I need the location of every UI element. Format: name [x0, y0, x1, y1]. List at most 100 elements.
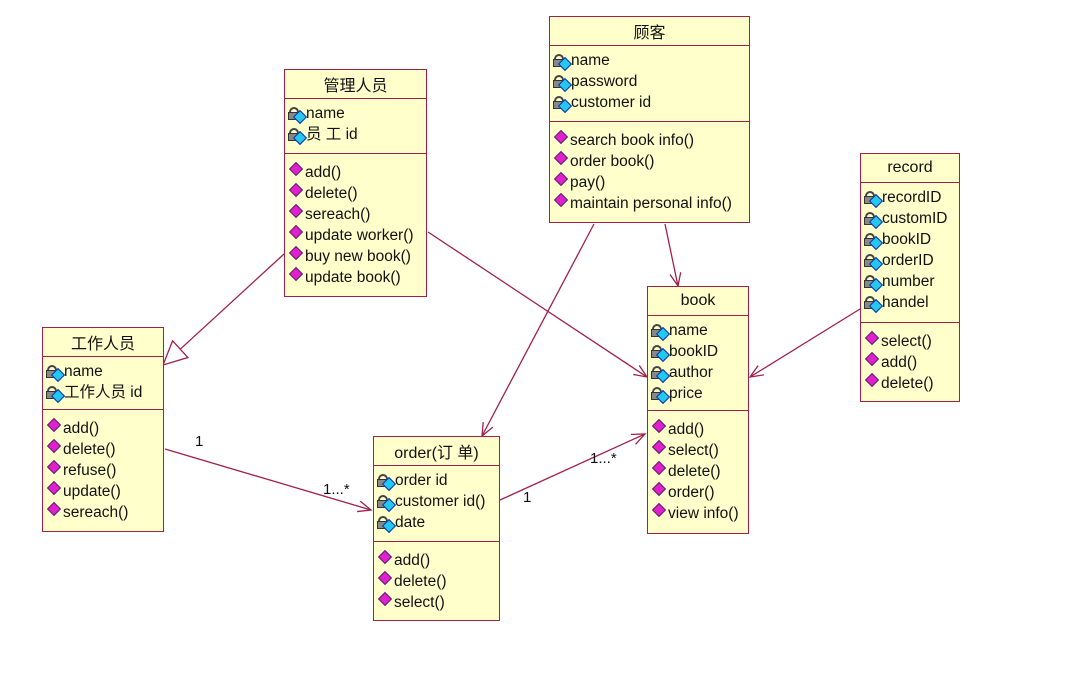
class-book[interactable]: book name bookID author price add() select() de… — [647, 286, 749, 534]
class-customer[interactable]: 顾客 name password customer id search book inf… — [549, 16, 750, 223]
operation-label: select() — [881, 333, 932, 350]
attribute-label: number — [882, 273, 935, 290]
class-order[interactable]: order(订 单) order id customer id() date add()… — [373, 436, 500, 621]
attribute[interactable]: 员 工 id — [288, 124, 423, 145]
attribute[interactable]: customID — [864, 208, 956, 229]
relation-manager-book[interactable] — [427, 231, 648, 378]
public-operation-icon — [864, 351, 880, 366]
public-operation-icon — [553, 192, 569, 207]
operation[interactable]: add() — [864, 351, 956, 373]
attribute-label: author — [669, 364, 713, 381]
operation[interactable]: buy new book() — [288, 245, 423, 267]
attribute[interactable]: password — [553, 71, 746, 92]
operation-label: update worker() — [305, 227, 414, 244]
multiplicity-worker-target: 1...* — [323, 481, 350, 498]
attribute-label: customer id() — [395, 493, 486, 510]
class-name: order(订 单) — [374, 437, 499, 466]
public-operation-icon — [377, 549, 393, 564]
operation[interactable]: update worker() — [288, 224, 423, 246]
operation[interactable]: search book info() — [553, 129, 746, 151]
operation[interactable]: maintain personal info() — [553, 192, 746, 214]
attribute[interactable]: date — [377, 512, 496, 533]
operations-section: add() delete() select() — [374, 542, 499, 617]
class-record[interactable]: record recordID customID bookID orderID numbe… — [860, 153, 960, 402]
attribute[interactable]: order id — [377, 470, 496, 491]
operation[interactable]: add() — [288, 161, 423, 183]
private-attribute-icon — [864, 274, 884, 292]
operation[interactable]: update book() — [288, 266, 423, 288]
attribute[interactable]: author — [651, 362, 745, 383]
attribute-label: orderID — [882, 252, 934, 269]
class-worker[interactable]: 工作人员 name 工作人员 id add() delete() refuse() upda… — [42, 327, 164, 532]
public-operation-icon — [46, 438, 62, 453]
attribute-label: 员 工 id — [306, 126, 358, 143]
private-attribute-icon — [864, 211, 884, 229]
public-operation-icon — [553, 150, 569, 165]
public-operation-icon — [288, 266, 304, 281]
public-operation-icon — [377, 591, 393, 606]
attribute[interactable]: bookID — [651, 341, 745, 362]
attribute[interactable]: orderID — [864, 250, 956, 271]
attribute[interactable]: handel — [864, 292, 956, 313]
public-operation-icon — [288, 182, 304, 197]
operation-label: order book() — [570, 153, 655, 170]
operation[interactable]: delete() — [288, 182, 423, 204]
attribute[interactable]: name — [651, 320, 745, 341]
class-manager[interactable]: 管理人员 name 员 工 id add() delete() sereach() upda… — [284, 69, 427, 297]
attribute[interactable]: name — [288, 103, 423, 124]
attributes-section: name 工作人员 id — [43, 357, 163, 410]
attribute-label: name — [306, 105, 345, 122]
operation[interactable]: order book() — [553, 150, 746, 172]
operation[interactable]: delete() — [864, 372, 956, 394]
operation[interactable]: sereach() — [46, 501, 160, 523]
attribute[interactable]: 工作人员 id — [46, 382, 160, 403]
operation[interactable]: add() — [46, 417, 160, 439]
operation[interactable]: add() — [651, 418, 745, 440]
class-name: 管理人员 — [285, 70, 426, 99]
multiplicity-order-source: 1 — [523, 489, 532, 506]
operations-section: add() delete() sereach() update worker() buy… — [285, 154, 426, 292]
operation[interactable]: view info() — [651, 502, 745, 524]
operation[interactable]: delete() — [46, 438, 160, 460]
public-operation-icon — [864, 372, 880, 387]
operation[interactable]: update() — [46, 480, 160, 502]
generalization-arrowhead — [161, 339, 190, 367]
private-attribute-icon — [651, 344, 671, 362]
operation-label: sereach() — [305, 206, 371, 223]
relation-customer-order[interactable] — [481, 223, 595, 437]
relation-record-book[interactable] — [749, 308, 861, 378]
attribute[interactable]: name — [553, 50, 746, 71]
attribute-label: name — [64, 363, 103, 380]
operation[interactable]: delete() — [377, 570, 496, 592]
operation-label: update() — [63, 483, 121, 500]
attribute[interactable]: bookID — [864, 229, 956, 250]
attribute[interactable]: price — [651, 383, 745, 404]
operation[interactable]: select() — [651, 439, 745, 461]
operations-section: add() select() delete() order() view info() — [648, 411, 748, 528]
attributes-section: order id customer id() date — [374, 466, 499, 542]
operation[interactable]: order() — [651, 481, 745, 503]
attribute[interactable]: recordID — [864, 187, 956, 208]
attribute-label: 工作人员 id — [64, 384, 143, 401]
operation[interactable]: sereach() — [288, 203, 423, 225]
relation-order-book[interactable] — [499, 433, 646, 501]
attribute[interactable]: customer id — [553, 92, 746, 113]
operation-label: delete() — [305, 185, 358, 202]
operation[interactable]: pay() — [553, 171, 746, 193]
operation[interactable]: add() — [377, 549, 496, 571]
operation[interactable]: refuse() — [46, 459, 160, 481]
operation-label: delete() — [63, 441, 116, 458]
relation-manager-worker[interactable] — [179, 253, 285, 350]
operation-label: delete() — [881, 375, 934, 392]
operation[interactable]: select() — [864, 330, 956, 352]
class-name: 工作人员 — [43, 328, 163, 357]
attribute[interactable]: number — [864, 271, 956, 292]
operation[interactable]: select() — [377, 591, 496, 613]
attribute[interactable]: customer id() — [377, 491, 496, 512]
private-attribute-icon — [864, 190, 884, 208]
attribute[interactable]: name — [46, 361, 160, 382]
operation[interactable]: delete() — [651, 460, 745, 482]
operation-label: select() — [394, 594, 445, 611]
relation-worker-order[interactable] — [164, 448, 372, 511]
public-operation-icon — [288, 245, 304, 260]
